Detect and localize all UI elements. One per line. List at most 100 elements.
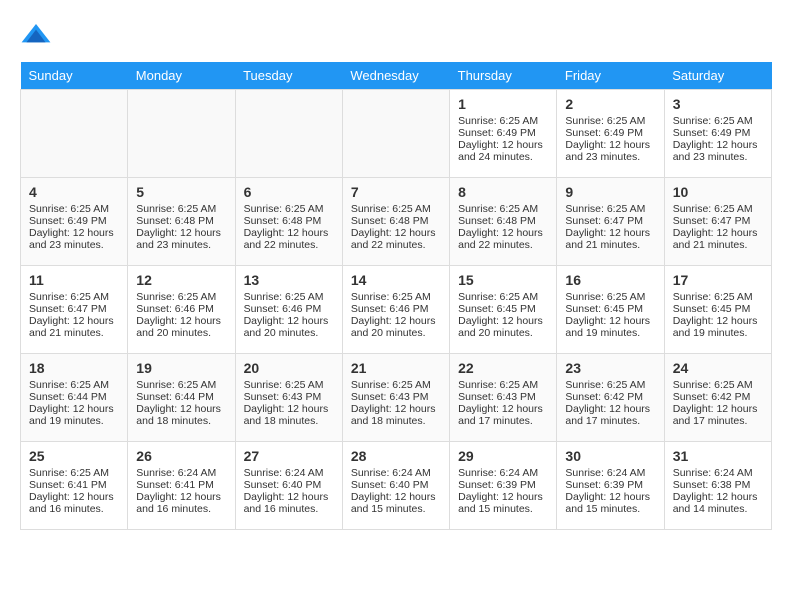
day-number: 4	[29, 184, 119, 200]
day-info: Sunset: 6:40 PM	[244, 479, 334, 491]
day-info: and 19 minutes.	[29, 415, 119, 427]
day-info: Daylight: 12 hours	[29, 227, 119, 239]
day-number: 12	[136, 272, 226, 288]
day-number: 20	[244, 360, 334, 376]
day-number: 21	[351, 360, 441, 376]
day-info: Sunrise: 6:25 AM	[351, 291, 441, 303]
day-info: Daylight: 12 hours	[136, 315, 226, 327]
day-info: Sunset: 6:49 PM	[565, 127, 655, 139]
day-number: 14	[351, 272, 441, 288]
calendar-cell: 6Sunrise: 6:25 AMSunset: 6:48 PMDaylight…	[235, 178, 342, 266]
day-info: Sunrise: 6:25 AM	[29, 203, 119, 215]
day-number: 17	[673, 272, 763, 288]
day-info: Sunrise: 6:25 AM	[244, 379, 334, 391]
calendar-cell: 12 Sunrise: 6:25 AMSunset: 6:46 PMDayligh…	[128, 266, 235, 354]
day-number: 16	[565, 272, 655, 288]
day-info: Sunrise: 6:25 AM	[136, 291, 226, 303]
calendar-cell: 23Sunrise: 6:25 AMSunset: 6:42 PMDayligh…	[557, 354, 664, 442]
day-info: Daylight: 12 hours	[565, 227, 655, 239]
day-number: 1	[458, 96, 548, 112]
day-info: Sunset: 6:49 PM	[673, 127, 763, 139]
day-info: Sunrise: 6:25 AM	[29, 467, 119, 479]
day-info: and 17 minutes.	[458, 415, 548, 427]
day-number: 18	[29, 360, 119, 376]
day-info: Sunrise: 6:25 AM	[29, 291, 119, 303]
day-number: 11	[29, 272, 119, 288]
day-info: and 23 minutes.	[673, 151, 763, 163]
calendar-cell: 9Sunrise: 6:25 AMSunset: 6:47 PMDaylight…	[557, 178, 664, 266]
day-info: Sunset: 6:46 PM	[136, 303, 226, 315]
calendar-cell: 22Sunrise: 6:25 AMSunset: 6:43 PMDayligh…	[450, 354, 557, 442]
day-number: 8	[458, 184, 548, 200]
day-info: Daylight: 12 hours	[244, 491, 334, 503]
day-info: and 23 minutes.	[136, 239, 226, 251]
day-info: Sunset: 6:48 PM	[458, 215, 548, 227]
day-info: and 17 minutes.	[565, 415, 655, 427]
day-info: Sunrise: 6:25 AM	[565, 115, 655, 127]
day-info: and 15 minutes.	[565, 503, 655, 515]
day-info: Daylight: 12 hours	[29, 403, 119, 415]
day-info: Sunset: 6:49 PM	[458, 127, 548, 139]
day-info: and 14 minutes.	[673, 503, 763, 515]
day-info: Sunset: 6:49 PM	[29, 215, 119, 227]
day-info: Sunset: 6:44 PM	[29, 391, 119, 403]
day-info: Sunrise: 6:25 AM	[565, 379, 655, 391]
day-number: 26	[136, 448, 226, 464]
day-info: Sunrise: 6:25 AM	[244, 291, 334, 303]
week-row-3: 11Sunrise: 6:25 AMSunset: 6:47 PMDayligh…	[21, 266, 772, 354]
day-info: Sunset: 6:46 PM	[351, 303, 441, 315]
day-number: 19	[136, 360, 226, 376]
calendar-cell: 1Sunrise: 6:25 AMSunset: 6:49 PMDaylight…	[450, 90, 557, 178]
day-number: 2	[565, 96, 655, 112]
day-info: Sunset: 6:43 PM	[244, 391, 334, 403]
calendar-cell: 11Sunrise: 6:25 AMSunset: 6:47 PMDayligh…	[21, 266, 128, 354]
week-row-5: 25Sunrise: 6:25 AMSunset: 6:41 PMDayligh…	[21, 442, 772, 530]
day-info: Daylight: 12 hours	[136, 403, 226, 415]
day-number: 22	[458, 360, 548, 376]
day-info: Daylight: 12 hours	[673, 139, 763, 151]
day-info: Daylight: 12 hours	[351, 403, 441, 415]
calendar-table: SundayMondayTuesdayWednesdayThursdayFrid…	[20, 62, 772, 530]
week-row-1: 1Sunrise: 6:25 AMSunset: 6:49 PMDaylight…	[21, 90, 772, 178]
calendar-cell: 15Sunrise: 6:25 AMSunset: 6:45 PMDayligh…	[450, 266, 557, 354]
day-info: Daylight: 12 hours	[244, 227, 334, 239]
day-info: Sunrise: 6:24 AM	[565, 467, 655, 479]
calendar-cell: 24Sunrise: 6:25 AMSunset: 6:42 PMDayligh…	[664, 354, 771, 442]
col-header-thursday: Thursday	[450, 62, 557, 90]
day-info: Sunrise: 6:25 AM	[458, 115, 548, 127]
day-info: Sunset: 6:46 PM	[244, 303, 334, 315]
day-info: Sunset: 6:39 PM	[458, 479, 548, 491]
day-info: and 20 minutes.	[244, 327, 334, 339]
day-number: 10	[673, 184, 763, 200]
day-info: Daylight: 12 hours	[351, 491, 441, 503]
day-number: 23	[565, 360, 655, 376]
day-info: and 16 minutes.	[244, 503, 334, 515]
day-info: Sunset: 6:42 PM	[565, 391, 655, 403]
day-info: Sunrise: 6:25 AM	[136, 379, 226, 391]
day-info: and 23 minutes.	[565, 151, 655, 163]
day-info: and 18 minutes.	[244, 415, 334, 427]
day-info: Sunrise: 6:25 AM	[351, 203, 441, 215]
calendar-cell: 31Sunrise: 6:24 AMSunset: 6:38 PMDayligh…	[664, 442, 771, 530]
day-info: Daylight: 12 hours	[29, 315, 119, 327]
calendar-cell: 27Sunrise: 6:24 AMSunset: 6:40 PMDayligh…	[235, 442, 342, 530]
calendar-cell: 18Sunrise: 6:25 AMSunset: 6:44 PMDayligh…	[21, 354, 128, 442]
day-info: and 24 minutes.	[458, 151, 548, 163]
day-info: and 15 minutes.	[351, 503, 441, 515]
day-info: Sunset: 6:41 PM	[29, 479, 119, 491]
day-info: Daylight: 12 hours	[673, 491, 763, 503]
col-header-sunday: Sunday	[21, 62, 128, 90]
logo-icon	[20, 20, 52, 52]
day-info: Daylight: 12 hours	[673, 227, 763, 239]
day-info: Daylight: 12 hours	[458, 403, 548, 415]
day-info: Sunrise: 6:24 AM	[136, 467, 226, 479]
day-info: Sunset: 6:48 PM	[351, 215, 441, 227]
day-info: Daylight: 12 hours	[351, 315, 441, 327]
day-number: 31	[673, 448, 763, 464]
day-info: and 22 minutes.	[351, 239, 441, 251]
day-info: and 19 minutes.	[565, 327, 655, 339]
calendar-cell: 17Sunrise: 6:25 AMSunset: 6:45 PMDayligh…	[664, 266, 771, 354]
day-info: Sunrise: 6:25 AM	[673, 379, 763, 391]
day-info: Sunset: 6:45 PM	[458, 303, 548, 315]
col-header-tuesday: Tuesday	[235, 62, 342, 90]
